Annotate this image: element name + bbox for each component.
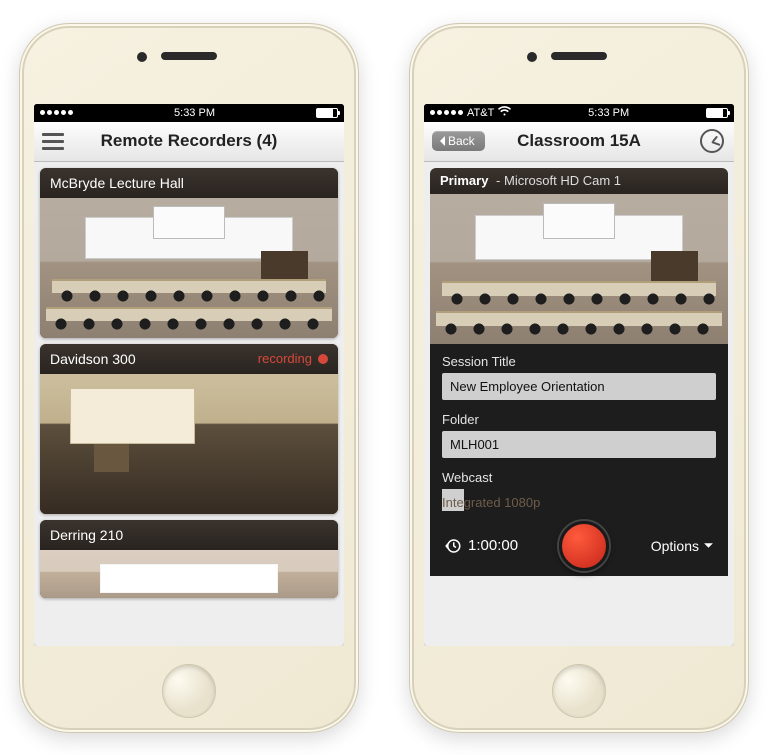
- phone-right: AT&T 5:33 PM Back Classroom 15A: [409, 23, 749, 733]
- page-title: Remote Recorders (4): [101, 131, 278, 151]
- schedule-icon[interactable]: [700, 129, 724, 153]
- record-bar: 1:00:00 Options: [430, 516, 728, 576]
- signal-dots-icon: [40, 110, 73, 115]
- status-bar: AT&T 5:33 PM: [424, 104, 734, 122]
- record-button[interactable]: [559, 521, 609, 571]
- folder-input[interactable]: [442, 431, 716, 458]
- phone-left: 5:33 PM Remote Recorders (4) McBryde Lec…: [19, 23, 359, 733]
- nav-bar: Remote Recorders (4): [34, 122, 344, 162]
- screen-left: 5:33 PM Remote Recorders (4) McBryde Lec…: [34, 104, 344, 646]
- integrated-label: Integrated 1080p: [442, 495, 540, 510]
- recorder-thumbnail: [40, 198, 338, 338]
- carrier-label: AT&T: [467, 107, 494, 119]
- session-title-input[interactable]: [442, 373, 716, 400]
- webcast-label: Webcast: [442, 470, 716, 485]
- menu-icon[interactable]: [42, 133, 64, 150]
- recorder-name: McBryde Lecture Hall: [50, 175, 184, 191]
- battery-icon: [316, 108, 338, 118]
- recorder-thumbnail: [40, 550, 338, 598]
- folder-label: Folder: [442, 412, 716, 427]
- recorder-card[interactable]: Derring 210: [40, 520, 338, 598]
- wifi-icon: [498, 106, 511, 119]
- duration-button[interactable]: 1:00:00: [444, 537, 518, 555]
- recorder-card[interactable]: Davidson 300 recording: [40, 344, 338, 514]
- history-icon: [444, 537, 462, 555]
- page-title: Classroom 15A: [517, 131, 641, 151]
- signal-dots-icon: [430, 110, 463, 115]
- recorder-list[interactable]: McBryde Lecture Hall: [34, 162, 344, 646]
- chevron-down-icon: [703, 540, 714, 551]
- status-time: 5:33 PM: [588, 107, 629, 119]
- recorder-card[interactable]: McBryde Lecture Hall: [40, 168, 338, 338]
- camera-role: Primary: [440, 173, 488, 188]
- camera-name: Microsoft HD Cam 1: [504, 173, 621, 188]
- status-time: 5:33 PM: [174, 107, 215, 119]
- recorder-thumbnail: [40, 374, 338, 514]
- back-button[interactable]: Back: [432, 131, 485, 151]
- detail-area: Primary - Microsoft HD Cam 1 Session Tit…: [424, 162, 734, 646]
- home-button[interactable]: [162, 664, 216, 718]
- session-title-label: Session Title: [442, 354, 716, 369]
- recording-badge: recording: [258, 351, 328, 366]
- recorder-name: Davidson 300: [50, 351, 136, 367]
- camera-header: Primary - Microsoft HD Cam 1: [430, 168, 728, 194]
- nav-bar: Back Classroom 15A: [424, 122, 734, 162]
- home-button[interactable]: [552, 664, 606, 718]
- camera-preview: [430, 194, 728, 344]
- status-bar: 5:33 PM: [34, 104, 344, 122]
- screen-right: AT&T 5:33 PM Back Classroom 15A: [424, 104, 734, 646]
- options-button[interactable]: Options: [651, 538, 714, 554]
- record-dot-icon: [318, 354, 328, 364]
- battery-icon: [706, 108, 728, 118]
- recorder-name: Derring 210: [50, 527, 123, 543]
- session-form: Session Title Folder Webcast Integrated …: [430, 344, 728, 576]
